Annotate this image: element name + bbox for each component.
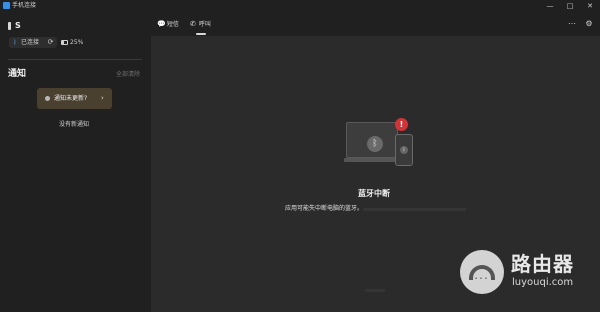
tab-messages-label: 短信 (166, 21, 179, 28)
watermark-text-en: luyouqi.com (512, 277, 574, 288)
connection-status-label: 已连接 (21, 39, 40, 46)
app-title: 手机连接 (12, 2, 37, 9)
settings-icon[interactable]: ⚙ (583, 18, 595, 30)
more-icon[interactable]: ⋯ (566, 18, 578, 30)
router-icon: ••• (460, 250, 504, 294)
bluetooth-icon: ᛒ (367, 136, 383, 152)
tab-calls[interactable]: ✆ 呼叫 (189, 19, 211, 29)
faded-link-placeholder (365, 289, 385, 292)
alert-icon: ! (395, 118, 408, 131)
watermark-logo: ••• 路由器 luyouqi.com (460, 250, 593, 294)
title-bar: 手机连接 — □ ✕ (0, 0, 600, 12)
watermark-text-cn: 路由器 (511, 252, 574, 276)
phone-icon (8, 22, 11, 30)
bluetooth-icon: ᛒ (400, 146, 408, 154)
sync-icon[interactable]: ⟳ (46, 38, 55, 47)
battery-icon (61, 40, 68, 45)
faded-text-placeholder (363, 208, 466, 211)
device-name: S (15, 21, 21, 30)
maximize-button[interactable]: □ (560, 0, 580, 12)
notification-help-card[interactable]: 通知未更新? › (37, 88, 112, 109)
tab-calls-label: 呼叫 (198, 21, 211, 28)
sidebar: S ᛒ 已连接 ⟳ 25% 通知 全部清除 通知未更新? › 没有新通知 (0, 12, 151, 312)
bluetooth-icon: ᛒ (13, 39, 17, 46)
no-new-notifications: 没有新通知 (59, 121, 90, 128)
notification-help-text: 通知未更新? (54, 95, 88, 102)
bluetooth-disconnected-illustration: ᛒ ᛒ ! (344, 118, 416, 168)
chat-icon: 💬 (157, 20, 166, 28)
router-dots: ••• (474, 276, 490, 282)
clear-all-button[interactable]: 全部清除 (116, 71, 140, 79)
tab-messages[interactable]: 💬 短信 (157, 19, 179, 29)
divider (8, 59, 142, 60)
laptop-icon: ᛒ (346, 122, 398, 158)
active-tab-indicator (196, 33, 206, 35)
bluetooth-interrupted-description: 应用可能失中断电脑的蓝牙。 (285, 205, 364, 212)
tab-bar: 💬 短信 ✆ 呼叫 ⋯ ⚙ (151, 12, 600, 36)
close-button[interactable]: ✕ (580, 0, 600, 12)
laptop-base (344, 158, 402, 162)
dot-icon (45, 96, 50, 101)
minimize-button[interactable]: — (540, 0, 560, 12)
phone-icon: ᛒ (395, 134, 413, 166)
battery-level: 25% (70, 39, 84, 46)
phone-call-icon: ✆ (190, 20, 196, 28)
chevron-right-icon: › (101, 94, 104, 102)
app-icon (3, 2, 10, 9)
bluetooth-interrupted-title: 蓝牙中断 (358, 189, 390, 198)
notifications-title: 通知 (8, 69, 27, 79)
